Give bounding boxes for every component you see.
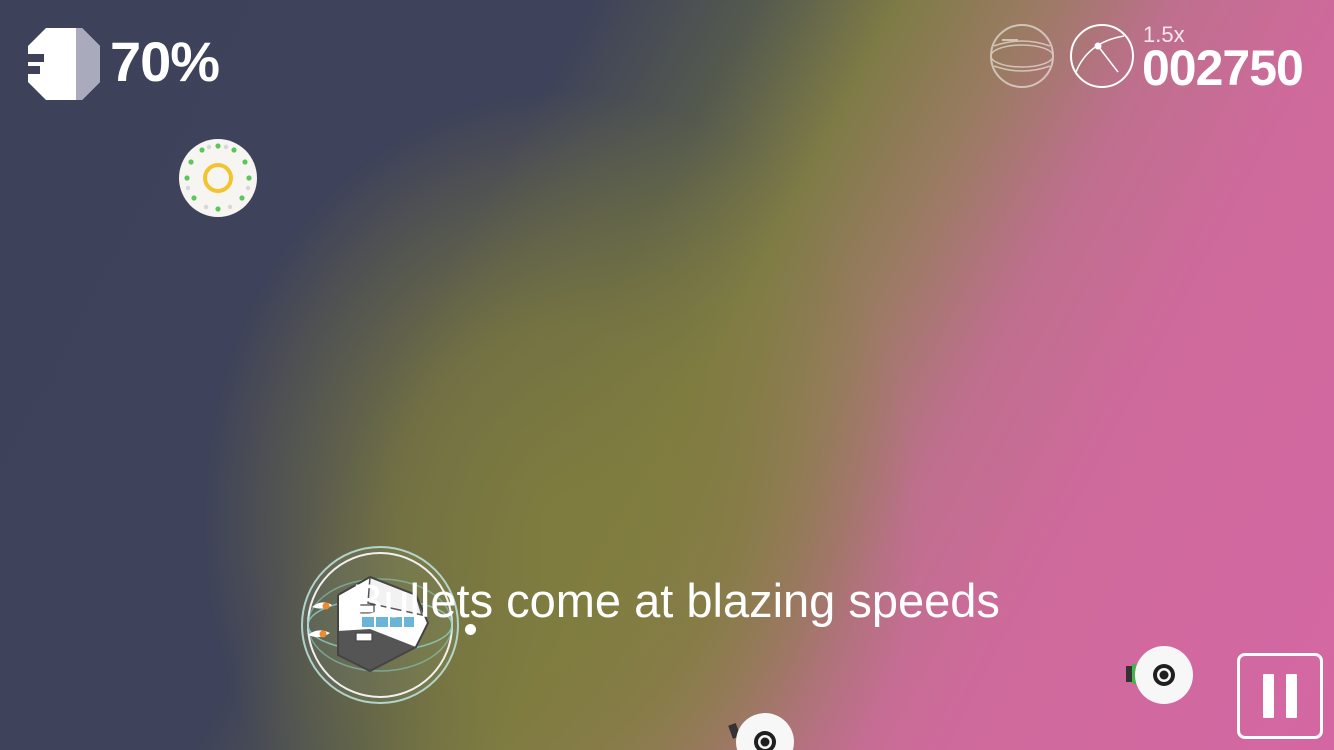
clock-orb-icon [1068,22,1136,90]
orbit-ring-powerup-icon [178,138,258,218]
tutorial-text: Bullets come at blazing speeds [352,574,1000,627]
fuel-percent: 70% [110,30,220,93]
shield-sphere-icon [988,22,1056,90]
game-background [0,0,1334,750]
pause-icon [1286,674,1297,718]
score-counter: 002750 [1142,40,1304,96]
eye-turret-icon [1124,644,1196,708]
pause-button[interactable] [1237,653,1323,739]
eye-turret-icon [726,710,798,750]
pause-icon [1263,674,1274,718]
fuel-gauge-icon [26,26,102,102]
